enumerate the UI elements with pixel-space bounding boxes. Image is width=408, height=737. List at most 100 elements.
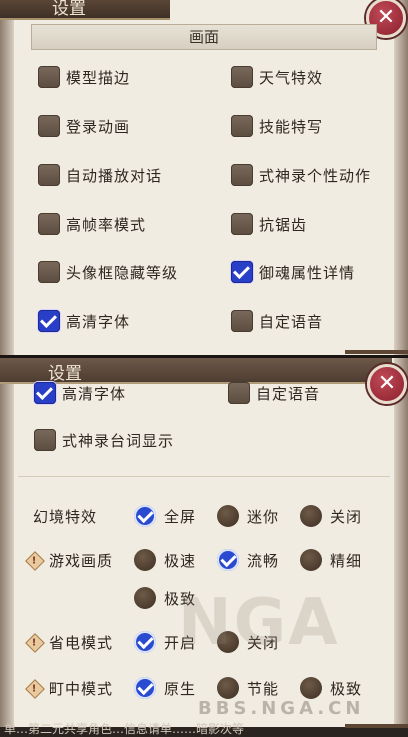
settings-panel-graphics: 设置 ✕ 画面 模型描边 天气特效 登录动画 技能特写 自动播放对话 式神录个性… <box>0 0 408 355</box>
checkbox[interactable] <box>38 213 60 235</box>
right-frame <box>394 358 408 737</box>
radio[interactable] <box>217 505 239 527</box>
option-label: 高清字体 <box>66 312 131 331</box>
radio-label: 极速 <box>164 551 197 570</box>
checkbox[interactable] <box>38 261 60 283</box>
radio-fine[interactable]: 精细 <box>300 547 362 573</box>
radio[interactable] <box>300 505 322 527</box>
radio-label: 原生 <box>164 679 197 698</box>
radio[interactable] <box>134 549 156 571</box>
radio-label: 流畅 <box>247 551 280 570</box>
row-label-text: 省电模式 <box>49 634 114 652</box>
option-label: 模型描边 <box>66 68 131 87</box>
option-label: 高帧率模式 <box>66 215 147 234</box>
checkbox[interactable] <box>231 66 253 88</box>
radio-mini[interactable]: 迷你 <box>217 503 279 529</box>
title-bar: 设置 <box>0 0 170 20</box>
checkbox[interactable] <box>231 115 253 137</box>
warning-glyph: ! <box>32 637 38 648</box>
checkbox[interactable] <box>34 429 56 451</box>
option-hd-font[interactable]: 高清字体 <box>38 308 130 334</box>
option-label: 抗锯齿 <box>259 215 308 234</box>
footer-text: 单…第二元共享角色…信息请单……暗影次等 <box>4 722 245 736</box>
radio-label: 迷你 <box>247 507 280 526</box>
option-weather-effects[interactable]: 天气特效 <box>231 64 323 90</box>
warning-icon[interactable]: ! <box>25 678 45 699</box>
checkbox-checked[interactable] <box>231 261 253 283</box>
radio[interactable] <box>217 677 239 699</box>
left-frame <box>0 0 14 355</box>
radio-extreme-speed[interactable]: 极速 <box>134 547 196 573</box>
radio-off[interactable]: 关闭 <box>300 503 362 529</box>
option-label: 式神录个性动作 <box>259 166 372 185</box>
row-label-text: 町中模式 <box>49 680 114 698</box>
option-shikigami-lines[interactable]: 式神录台词显示 <box>34 427 174 453</box>
option-label: 高清字体 <box>62 384 127 403</box>
warning-glyph: ! <box>32 555 38 566</box>
checkbox[interactable] <box>231 164 253 186</box>
close-button[interactable]: ✕ <box>367 364 407 404</box>
radio-label: 关闭 <box>330 507 363 526</box>
section-header-graphics: 画面 <box>31 24 377 50</box>
frame-decoration <box>345 724 408 728</box>
divider <box>18 476 390 477</box>
radio-selected[interactable] <box>134 631 156 653</box>
option-label: 天气特效 <box>259 68 324 87</box>
warning-icon[interactable]: ! <box>25 550 45 571</box>
option-auto-dialogue[interactable]: 自动播放对话 <box>38 162 162 188</box>
row-label-illusion-effects: 幻境特效 <box>33 508 98 526</box>
radio-smooth[interactable]: 流畅 <box>217 547 279 573</box>
option-label: 自定语音 <box>256 384 321 403</box>
option-label: 式神录台词显示 <box>62 431 175 450</box>
right-frame <box>394 0 408 355</box>
settings-panel-scrolled: 设置 ✕ 高清字体 自定语音 式神录台词显示 幻境特效 全屏 迷你 关闭 ! 游戏… <box>0 358 408 737</box>
watermark-logo: NGA <box>178 586 340 660</box>
option-label: 御魂属性详情 <box>259 263 356 282</box>
option-soul-details[interactable]: 御魂属性详情 <box>231 259 355 285</box>
option-high-framerate[interactable]: 高帧率模式 <box>38 211 146 237</box>
row-label-town-mode: ! 町中模式 <box>25 678 114 699</box>
watermark-url: BBS.NGA.CN <box>198 698 365 719</box>
radio[interactable] <box>134 587 156 609</box>
checkbox[interactable] <box>231 310 253 332</box>
option-custom-voice[interactable]: 自定语音 <box>228 380 320 406</box>
checkbox[interactable] <box>228 382 250 404</box>
frame-decoration <box>345 350 408 354</box>
radio-label: 节能 <box>247 679 280 698</box>
option-label: 自动播放对话 <box>66 166 163 185</box>
option-skill-closeup[interactable]: 技能特写 <box>231 113 323 139</box>
radio-selected[interactable] <box>134 505 156 527</box>
option-hide-frame-level[interactable]: 头像框隐藏等级 <box>38 259 178 285</box>
option-label: 头像框隐藏等级 <box>66 263 179 282</box>
left-frame <box>0 358 14 737</box>
radio-selected[interactable] <box>134 677 156 699</box>
checkbox[interactable] <box>231 213 253 235</box>
radio-fullscreen[interactable]: 全屏 <box>134 503 196 529</box>
warning-icon[interactable]: ! <box>25 632 45 653</box>
radio-selected[interactable] <box>217 549 239 571</box>
radio-label: 全屏 <box>164 507 197 526</box>
checkbox[interactable] <box>38 66 60 88</box>
option-antialiasing[interactable]: 抗锯齿 <box>231 211 307 237</box>
radio[interactable] <box>300 549 322 571</box>
row-label-graphics-quality: ! 游戏画质 <box>25 550 113 571</box>
checkbox-checked[interactable] <box>34 382 56 404</box>
option-label: 自定语音 <box>259 312 324 331</box>
radio-label: 极致 <box>330 679 363 698</box>
checkbox-checked[interactable] <box>38 310 60 332</box>
warning-glyph: ! <box>32 683 38 694</box>
radio[interactable] <box>300 677 322 699</box>
option-label: 技能特写 <box>259 117 324 136</box>
panel-title: 设置 <box>52 0 86 19</box>
option-custom-voice[interactable]: 自定语音 <box>231 308 323 334</box>
checkbox[interactable] <box>38 164 60 186</box>
checkbox[interactable] <box>38 115 60 137</box>
option-label: 登录动画 <box>66 117 131 136</box>
option-login-animation[interactable]: 登录动画 <box>38 113 130 139</box>
option-shikigami-actions[interactable]: 式神录个性动作 <box>231 162 371 188</box>
radio-native[interactable]: 原生 <box>134 675 196 701</box>
option-model-outline[interactable]: 模型描边 <box>38 64 130 90</box>
radio-label: 精细 <box>330 551 363 570</box>
option-hd-font[interactable]: 高清字体 <box>34 380 126 406</box>
row-label-power-saving: ! 省电模式 <box>25 632 114 653</box>
